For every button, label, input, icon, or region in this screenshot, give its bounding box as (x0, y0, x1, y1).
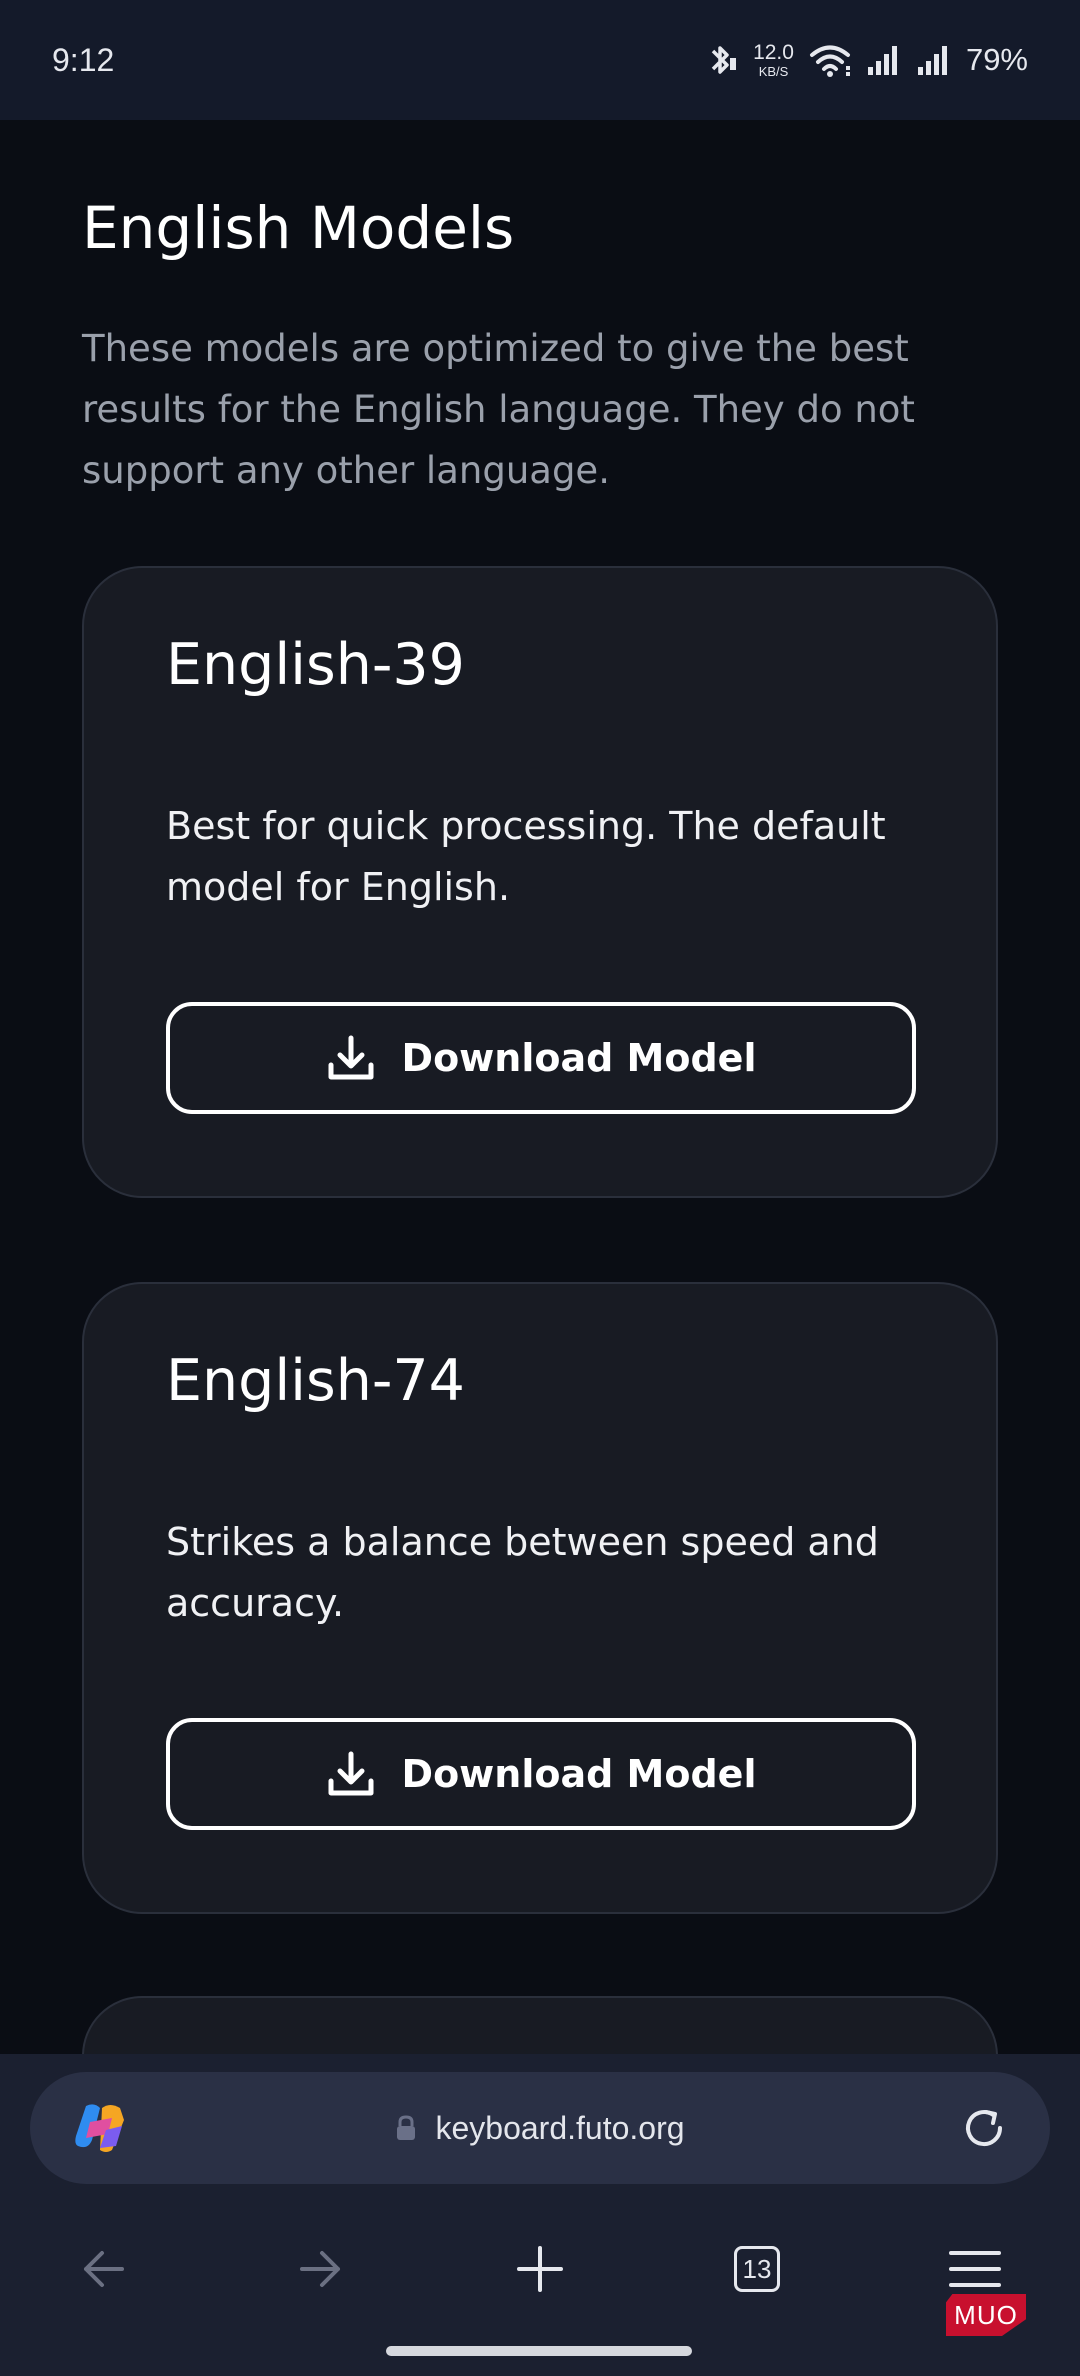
download-button-label: Download Model (401, 1036, 757, 1080)
model-name: English-39 (166, 632, 465, 698)
section-title: English Models (82, 194, 515, 262)
reload-icon[interactable] (960, 2104, 1008, 2152)
address-bar[interactable]: keyboard.futo.org (30, 2072, 1050, 2184)
network-speed: 12.0 KB/S (753, 42, 794, 78)
forward-arrow-icon (300, 2251, 340, 2287)
home-indicator[interactable] (386, 2346, 692, 2356)
model-name: English-74 (166, 1348, 465, 1414)
status-icons: 12.0 KB/S 79% (705, 40, 1028, 80)
battery-level: 79% (965, 42, 1028, 77)
status-bar: 9:12 12.0 KB/S 79% (0, 0, 1080, 120)
forward-button[interactable] (270, 2214, 370, 2324)
lock-icon (397, 2115, 416, 2140)
download-model-button[interactable]: Download Model (166, 1718, 916, 1830)
network-speed-unit: KB/S (758, 64, 789, 79)
wifi-icon (809, 45, 850, 77)
plus-icon (517, 2246, 563, 2292)
url-text[interactable]: keyboard.futo.org (435, 2110, 684, 2147)
tab-count: 13 (742, 2253, 772, 2284)
watermark-text: MUO (954, 2299, 1018, 2330)
back-button[interactable] (54, 2214, 154, 2324)
model-description: Strikes a balance between speed and accu… (166, 1520, 879, 1625)
model-card: English-39 Best for quick processing. Th… (82, 566, 998, 1198)
status-time: 9:12 (52, 41, 115, 78)
page-content: English Models These models are optimize… (0, 120, 1080, 2054)
network-speed-value: 12.0 (753, 41, 794, 64)
signal-icon-sim1 (867, 46, 897, 75)
download-button-label: Download Model (401, 1752, 757, 1796)
browser-nav-row: 13 (0, 2214, 1080, 2324)
model-card-partial (82, 1996, 998, 2054)
new-tab-button[interactable] (490, 2214, 590, 2324)
download-icon (328, 1751, 374, 1796)
download-model-button[interactable]: Download Model (166, 1002, 916, 1114)
tabs-button[interactable]: 13 (707, 2214, 807, 2324)
back-arrow-icon (84, 2251, 124, 2287)
tabs-icon: 13 (734, 2246, 780, 2292)
model-description: Best for quick processing. The default m… (166, 804, 886, 909)
menu-icon (949, 2251, 1001, 2287)
bluetooth-icon (711, 46, 737, 74)
browser-toolbar: keyboard.futo.org 13 (0, 2054, 1080, 2376)
section-description: These models are optimized to give the b… (82, 327, 915, 492)
signal-icon-sim2 (917, 46, 947, 75)
download-icon (328, 1035, 374, 1080)
model-card: English-74 Strikes a balance between spe… (82, 1282, 998, 1914)
